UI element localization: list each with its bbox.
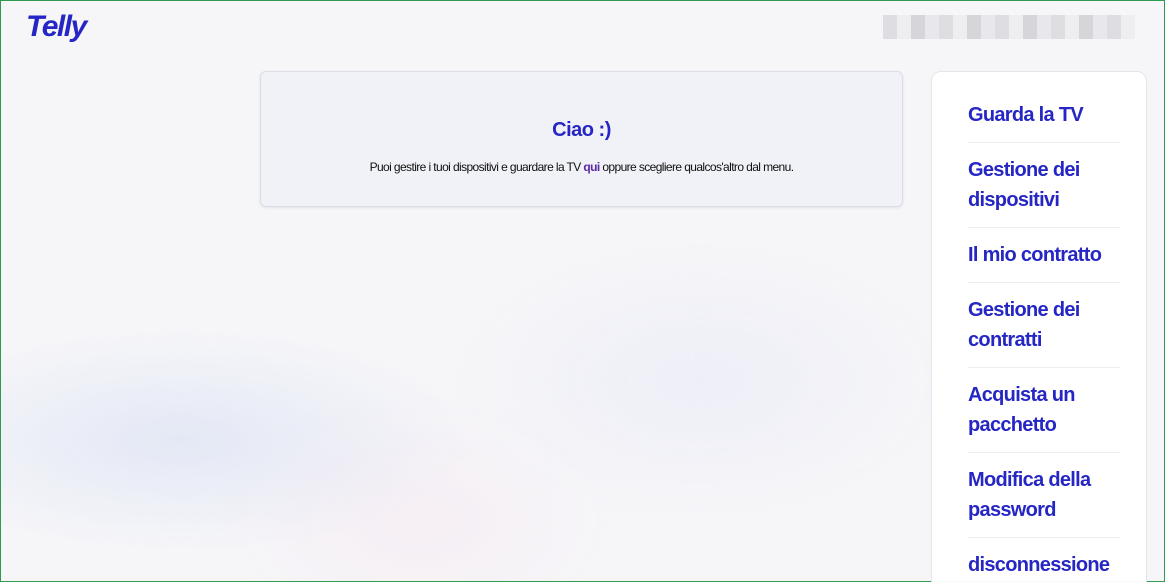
watch-tv-link[interactable]: qui xyxy=(583,160,600,174)
welcome-title: Ciao :) xyxy=(552,119,611,141)
menu-item-watch-tv[interactable]: Guarda la TV xyxy=(968,72,1120,143)
menu-item-my-contract[interactable]: Il mio contratto xyxy=(968,228,1120,283)
telly-logo[interactable]: Telly xyxy=(26,12,87,42)
welcome-text: Puoi gestire i tuoi dispositivi e guarda… xyxy=(261,160,902,174)
welcome-text-after: oppure scegliere qualcos'altro dal menu. xyxy=(599,160,794,174)
menu-item-logout[interactable]: disconnessione xyxy=(968,538,1120,582)
account-name-blurred xyxy=(883,15,1135,39)
menu-item-buy-package[interactable]: Acquista un pacchetto xyxy=(968,368,1120,453)
welcome-text-before: Puoi gestire i tuoi dispositivi e guarda… xyxy=(369,160,584,174)
menu-item-change-password[interactable]: Modifica della password xyxy=(968,453,1120,538)
welcome-card: Ciao :) Puoi gestire i tuoi dispositivi … xyxy=(260,71,903,207)
sidebar-menu: Guarda la TV Gestione dei dispositivi Il… xyxy=(931,71,1147,582)
menu-item-contract-management[interactable]: Gestione dei contratti xyxy=(968,283,1120,368)
menu-item-device-management[interactable]: Gestione dei dispositivi xyxy=(968,143,1120,228)
